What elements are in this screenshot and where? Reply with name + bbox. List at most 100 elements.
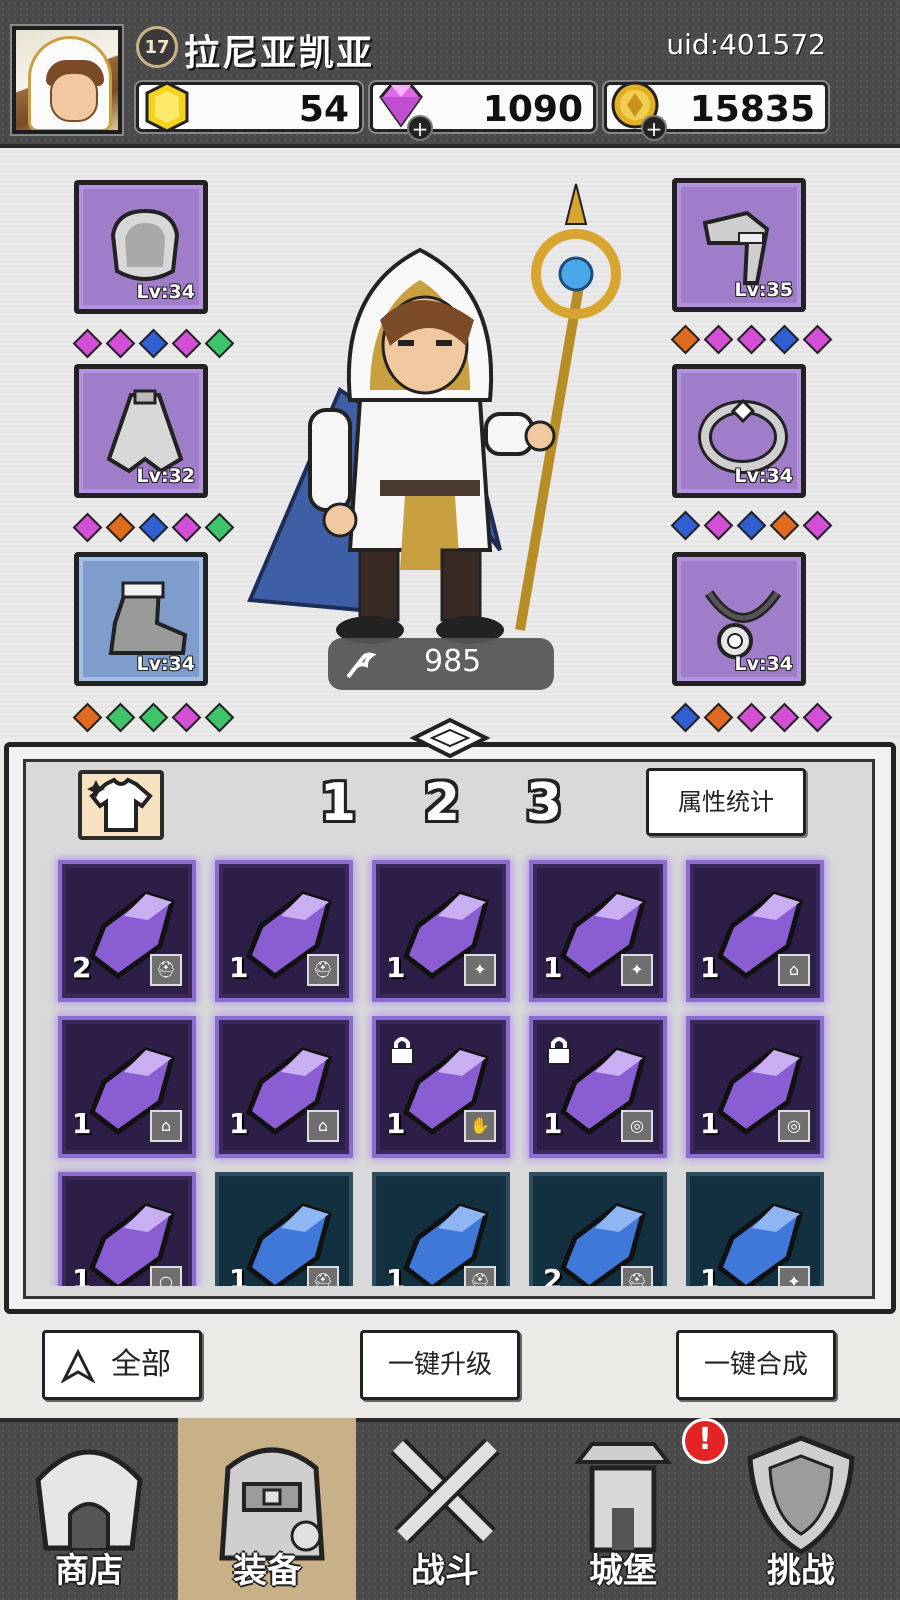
- item-count: 1: [700, 951, 720, 984]
- boots-type-icon: ⌂: [778, 954, 810, 986]
- inventory-item[interactable]: 1 ⛑: [219, 1176, 349, 1286]
- inventory-item[interactable]: 1 ⛑: [376, 1176, 506, 1286]
- inventory-item[interactable]: 1 ⛑: [219, 864, 349, 998]
- lock-icon: [390, 1037, 414, 1065]
- shirt-icon: [87, 777, 153, 832]
- item-count: 1: [229, 1107, 249, 1140]
- boots-gems: [72, 702, 235, 733]
- loadout-tab-1[interactable]: 1: [306, 764, 370, 844]
- appearance-button[interactable]: [78, 770, 164, 840]
- castle-icon: [573, 1442, 673, 1553]
- item-count: 1: [386, 1107, 406, 1140]
- slot-level: Lv:34: [734, 653, 793, 675]
- item-count: 1: [386, 951, 406, 984]
- slot-level: Lv:32: [136, 465, 195, 487]
- necklace-type-icon: ○: [150, 1266, 182, 1286]
- diamond-value: 1090: [482, 89, 583, 130]
- nav-battle[interactable]: 战斗: [356, 1418, 534, 1600]
- slot-level: Lv:35: [734, 279, 793, 301]
- inventory-item[interactable]: 1 ⌂: [219, 1020, 349, 1154]
- nav-label: 城堡: [589, 1551, 657, 1591]
- power-icon: [346, 652, 376, 679]
- hero-character: [247, 183, 621, 644]
- add-coin-button[interactable]: +: [641, 115, 667, 141]
- gold-ingot-value: 54: [298, 89, 349, 130]
- power-display: 985: [328, 638, 554, 690]
- item-count: 1: [229, 951, 249, 984]
- item-count: 1: [72, 1263, 92, 1286]
- merge-all-button[interactable]: 一键合成: [676, 1330, 836, 1400]
- gauntlet-type-icon: ✋: [464, 1110, 496, 1142]
- loadout-tab-2[interactable]: 2: [410, 764, 474, 844]
- upgrade-all-button[interactable]: 一键升级: [360, 1330, 520, 1400]
- nav-equipment[interactable]: 装备: [178, 1418, 356, 1600]
- equip-slot-gauntlet[interactable]: Lv:35: [672, 178, 806, 312]
- boots-type-icon: ⌂: [307, 1110, 339, 1142]
- inventory-item[interactable]: 1 ○: [62, 1176, 192, 1286]
- loadout-tab-3[interactable]: 3: [512, 764, 576, 844]
- diamond-counter[interactable]: + 1090: [368, 80, 598, 141]
- lock-icon: [547, 1037, 571, 1065]
- inventory-item[interactable]: 1 ✦: [690, 1176, 820, 1286]
- ring-gems: [670, 510, 833, 541]
- equip-slot-cloak[interactable]: Lv:32: [74, 364, 208, 498]
- crossed-swords-icon: [390, 1438, 500, 1544]
- inventory-item[interactable]: 1 ✦: [376, 864, 506, 998]
- player-avatar[interactable]: [10, 24, 124, 136]
- attribute-stats-button[interactable]: 属性统计: [646, 768, 806, 836]
- equip-slot-necklace[interactable]: Lv:34: [672, 552, 806, 686]
- inventory-item[interactable]: 1 ◎: [690, 1020, 820, 1154]
- inventory-item[interactable]: 1 ✋: [376, 1020, 506, 1154]
- cloak-type-icon: ✦: [778, 1266, 810, 1286]
- item-count: 1: [72, 1107, 92, 1140]
- inventory-item[interactable]: 1 ◎: [533, 1020, 663, 1154]
- item-count: 1: [229, 1263, 249, 1286]
- equip-slot-helmet[interactable]: Lv:34: [74, 180, 208, 314]
- item-count: 1: [386, 1263, 406, 1286]
- coin-counter[interactable]: + 15835: [602, 80, 830, 141]
- item-count: 2: [543, 1263, 563, 1286]
- inventory-grid: 2 ⛑ 1 ⛑ 1 ✦ 1 ✦ 1 ⌂ 1 ⌂ 1 ⌂ 1 ✋ 1 ◎ 1 ◎ 1 ○ 1 ⛑ 1 ⛑ 2 ⛑ 1 ✦: [30, 854, 854, 1286]
- cloak-type-icon: ✦: [621, 954, 653, 986]
- shield-icon: [747, 1435, 855, 1555]
- slot-level: Lv:34: [136, 281, 195, 303]
- item-count: 1: [700, 1263, 720, 1286]
- item-count: 2: [72, 951, 92, 984]
- inventory-item[interactable]: 2 ⛑: [62, 864, 192, 998]
- navigate-arrow-icon: [61, 1349, 95, 1383]
- equip-slot-boots[interactable]: Lv:34: [74, 552, 208, 686]
- nav-label: 商店: [55, 1551, 123, 1591]
- cloak-type-icon: ✦: [464, 954, 496, 986]
- filter-all-button[interactable]: 全部: [42, 1330, 202, 1400]
- nav-challenge[interactable]: 挑战: [712, 1418, 890, 1600]
- gold-ingot-counter: 54: [134, 80, 364, 134]
- equip-slot-ring[interactable]: Lv:34: [672, 364, 806, 498]
- necklace-gems: [670, 702, 833, 733]
- nav-label: 战斗: [411, 1551, 479, 1591]
- gauntlet-gems: [670, 324, 833, 355]
- inventory-item[interactable]: 2 ⛑: [533, 1176, 663, 1286]
- player-level-badge: 17: [136, 26, 178, 68]
- panel-ornament: [410, 718, 490, 758]
- ring-type-icon: ◎: [621, 1110, 653, 1142]
- helmet-gems: [72, 328, 235, 359]
- helmet-type-icon: ⛑: [621, 1266, 653, 1286]
- nav-label: 装备: [233, 1551, 301, 1591]
- inventory-item[interactable]: 1 ✦: [533, 864, 663, 998]
- power-value: 985: [424, 644, 482, 679]
- boots-type-icon: ⌂: [150, 1110, 182, 1142]
- player-name: 拉尼亚凯亚: [184, 33, 375, 74]
- item-count: 1: [543, 1107, 563, 1140]
- slot-level: Lv:34: [734, 465, 793, 487]
- helmet-type-icon: ⛑: [307, 1266, 339, 1286]
- item-count: 1: [543, 951, 563, 984]
- item-count: 1: [700, 1107, 720, 1140]
- helmet-type-icon: ⛑: [150, 954, 182, 986]
- nav-label: 挑战: [767, 1551, 835, 1591]
- cloak-gems: [72, 512, 235, 543]
- inventory-item[interactable]: 1 ⌂: [62, 1020, 192, 1154]
- add-diamond-button[interactable]: +: [407, 115, 433, 141]
- ring-type-icon: ◎: [778, 1110, 810, 1142]
- inventory-item[interactable]: 1 ⌂: [690, 864, 820, 998]
- nav-shop[interactable]: 商店: [0, 1418, 178, 1600]
